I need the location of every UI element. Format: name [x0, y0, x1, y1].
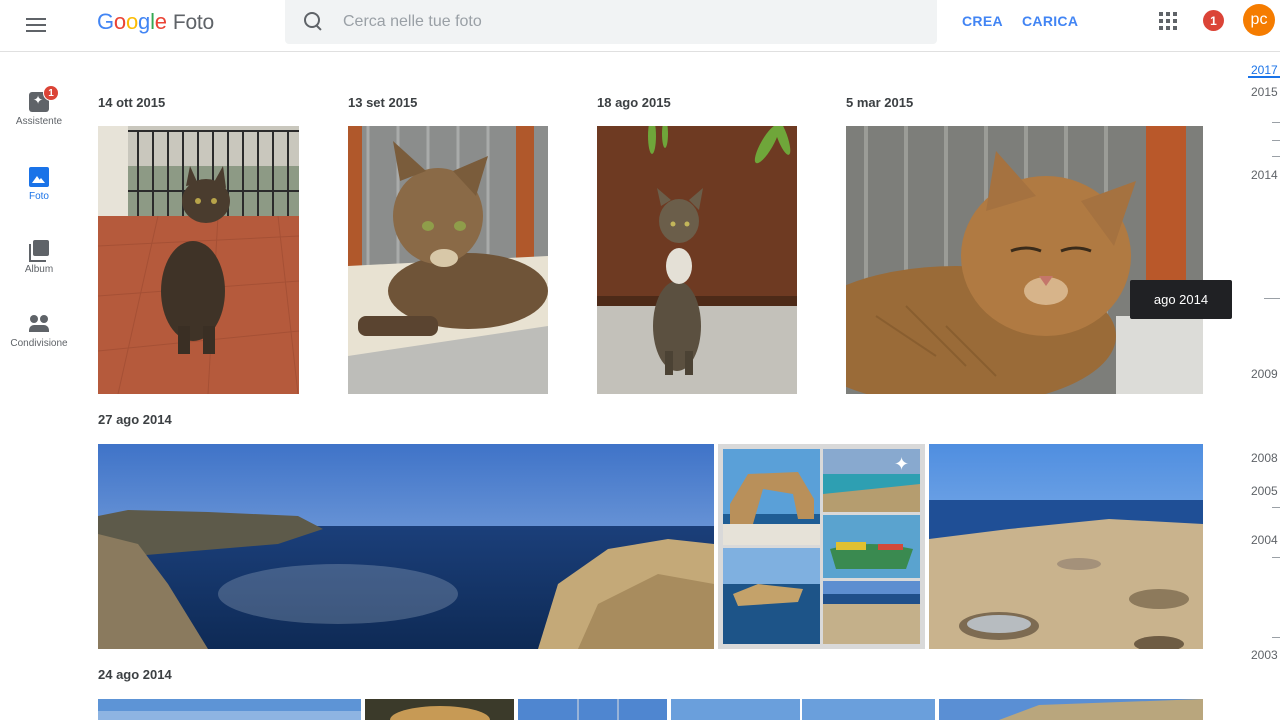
- sidebar-item-sharing[interactable]: Condivisione: [0, 314, 78, 349]
- main-menu-icon[interactable]: [26, 12, 52, 38]
- sidebar-item-photos[interactable]: Foto: [0, 167, 78, 202]
- logo-product-name: Foto: [172, 11, 215, 34]
- timeline-tooltip: ago 2014: [1130, 280, 1232, 319]
- search-icon[interactable]: [303, 11, 325, 33]
- timeline-year[interactable]: 2005: [1251, 484, 1278, 498]
- top-bar: Google Foto CREA CARICA 1 pc: [0, 0, 1280, 52]
- date-header: 14 ott 2015: [98, 95, 166, 110]
- timeline-tick: [1272, 637, 1280, 638]
- photo-icon: [29, 167, 49, 187]
- photo-thumbnail[interactable]: [348, 126, 548, 394]
- date-header: 5 mar 2015: [846, 95, 914, 110]
- date-header: 27 ago 2014: [98, 412, 172, 427]
- timeline-scrubber[interactable]: 2017 2015 2014 2009 2008 2005 2004 2003: [1236, 52, 1280, 720]
- photo-thumbnail[interactable]: [98, 126, 299, 394]
- apps-grid-icon[interactable]: [1159, 12, 1177, 30]
- assistant-badge: 1: [43, 85, 59, 101]
- collage-thumbnail[interactable]: ✦: [718, 444, 925, 649]
- assistant-icon: 1: [29, 85, 59, 112]
- sidebar-item-assistant[interactable]: 1 Assistente: [0, 85, 78, 127]
- timeline-year[interactable]: 2004: [1251, 533, 1278, 547]
- photo-thumbnail[interactable]: [365, 699, 514, 720]
- photo-thumbnail[interactable]: [939, 699, 1203, 720]
- photo-thumbnail[interactable]: [98, 444, 714, 649]
- date-header: 24 ago 2014: [98, 667, 172, 682]
- timeline-year[interactable]: 2015: [1251, 85, 1278, 99]
- sidebar-item-label: Album: [24, 264, 54, 275]
- timeline-tick: [1272, 156, 1280, 157]
- timeline-tick: [1272, 122, 1280, 123]
- date-header: 13 set 2015: [348, 95, 418, 110]
- sidebar-item-label: Foto: [28, 191, 49, 202]
- timeline-year[interactable]: 2014: [1251, 168, 1278, 182]
- google-photos-logo[interactable]: Google Foto: [97, 9, 214, 35]
- photo-thumbnail[interactable]: [597, 126, 797, 394]
- timeline-tick: [1272, 507, 1280, 508]
- photo-thumbnail[interactable]: [671, 699, 935, 720]
- svg-text:✦: ✦: [894, 454, 909, 475]
- timeline-tick: [1272, 140, 1280, 141]
- photo-thumbnail[interactable]: [98, 699, 361, 720]
- photo-thumbnail[interactable]: [518, 699, 667, 720]
- notifications-badge[interactable]: 1: [1203, 10, 1224, 31]
- sidebar-item-albums[interactable]: Album: [0, 240, 78, 275]
- sharing-icon: [29, 314, 49, 334]
- date-header: 18 ago 2015: [597, 95, 671, 110]
- album-icon: [29, 240, 49, 262]
- timeline-tick: [1264, 298, 1280, 299]
- timeline-tick: [1272, 557, 1280, 558]
- photo-thumbnail[interactable]: [846, 126, 1203, 394]
- upload-button[interactable]: CARICA: [1022, 13, 1078, 29]
- create-button[interactable]: CREA: [962, 13, 1003, 29]
- timeline-year[interactable]: 2008: [1251, 451, 1278, 465]
- sidebar-item-label: Condivisione: [10, 338, 68, 349]
- search-bar[interactable]: [285, 0, 937, 44]
- photo-thumbnail[interactable]: [929, 444, 1203, 649]
- timeline-year[interactable]: 2009: [1251, 367, 1278, 381]
- timeline-year[interactable]: 2003: [1251, 648, 1278, 662]
- search-input[interactable]: [343, 13, 903, 31]
- account-avatar[interactable]: pc: [1243, 4, 1275, 36]
- sidebar-item-label: Assistente: [15, 116, 63, 127]
- timeline-year[interactable]: 2017: [1251, 63, 1278, 77]
